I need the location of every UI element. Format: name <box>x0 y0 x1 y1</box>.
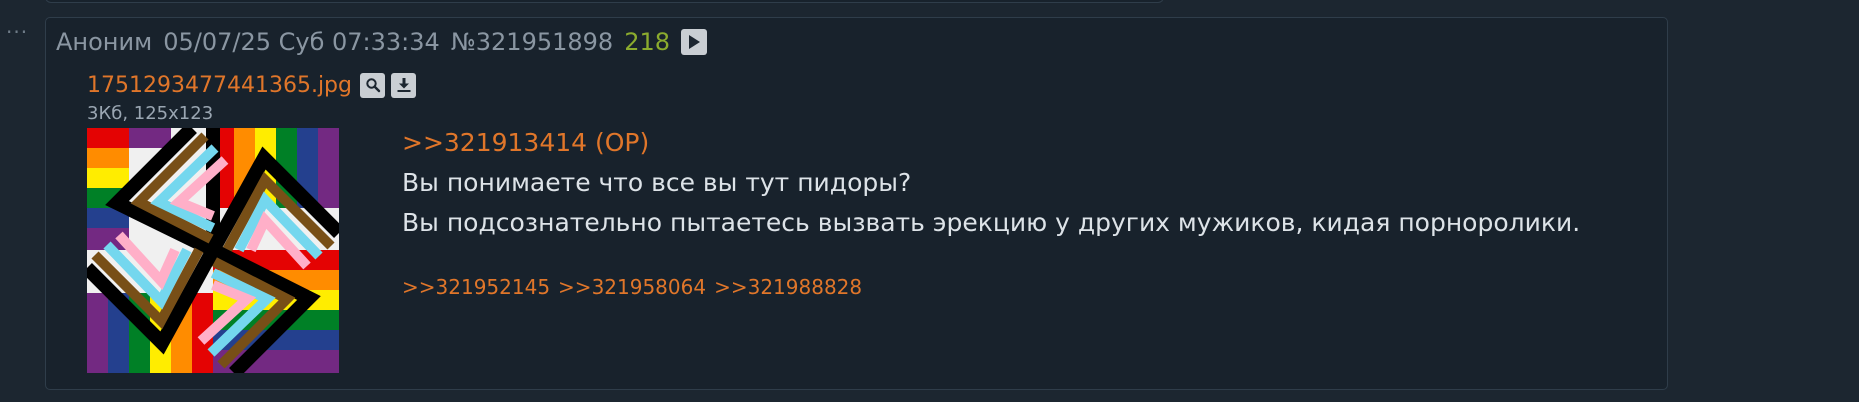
download-icon <box>397 78 410 92</box>
thumbnail-image[interactable] <box>87 128 339 373</box>
reply-link[interactable]: >>321988828 <box>714 275 862 299</box>
post: Аноним 05/07/25 Суб 07:33:34 №321951898 … <box>45 17 1668 390</box>
quote-link-op[interactable]: >>321913414 (OP) <box>402 123 1580 163</box>
reply-link[interactable]: >>321958064 <box>558 275 706 299</box>
post-author: Аноним <box>56 28 153 56</box>
post-reply-count: 218 <box>624 28 670 56</box>
reply-link[interactable]: >>321952145 <box>402 275 550 299</box>
play-icon <box>689 35 700 49</box>
post-message: >>321913414 (OP) Вы понимаете что все вы… <box>402 123 1580 243</box>
file-name-link[interactable]: 1751293477441365.jpg <box>87 73 352 98</box>
post-text-line-2: Вы подсознательно пытаетесь вызвать эрек… <box>402 208 1581 237</box>
image-search-button[interactable] <box>360 72 385 98</box>
post-file: 1751293477441365.jpg 3Кб, 125x123 <box>87 70 422 373</box>
post-replies: >>321952145 >>321958064 >>321988828 <box>402 275 870 299</box>
post-menu-dots[interactable]: ··· <box>6 22 28 42</box>
post-text-line-1: Вы понимаете что все вы тут пидоры? <box>402 168 912 197</box>
download-button[interactable] <box>391 72 416 98</box>
post-number[interactable]: №321951898 <box>451 28 613 56</box>
file-line: 1751293477441365.jpg <box>87 70 422 100</box>
post-date: 05/07/25 Суб 07:33:34 <box>163 28 440 56</box>
previous-post-edge <box>45 0 1164 3</box>
play-button[interactable] <box>681 29 707 55</box>
file-meta: 3Кб, 125x123 <box>87 103 214 124</box>
magnifier-icon <box>365 78 380 93</box>
post-header: Аноним 05/07/25 Суб 07:33:34 №321951898 … <box>56 26 707 58</box>
